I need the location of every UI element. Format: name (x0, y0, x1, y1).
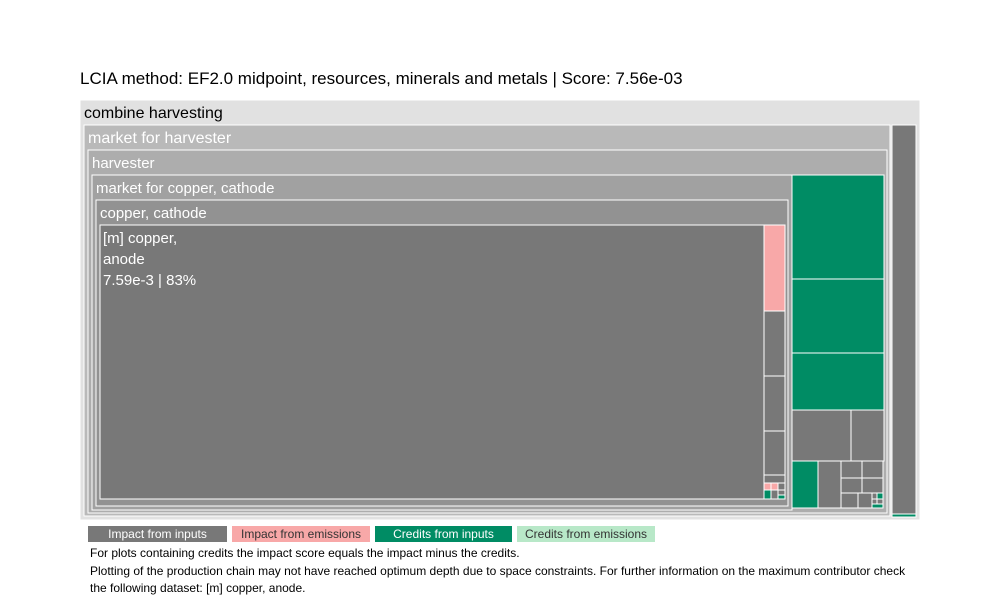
legend-impact-emissions: Impact from emissions (232, 526, 370, 542)
node-cell (871, 492, 878, 500)
node-cell (861, 460, 884, 479)
node-cell (871, 498, 878, 505)
node-copper-anode (99, 224, 765, 500)
node-cell (871, 503, 884, 509)
label-market-for-copper-cathode: market for copper, cathode (96, 180, 274, 197)
label-harvester: harvester (92, 155, 155, 172)
legend-label: Credits from inputs (393, 527, 494, 541)
node-cell (763, 489, 772, 500)
legend-label: Impact from emissions (240, 527, 362, 541)
node-cell (891, 513, 917, 518)
node-cell (763, 375, 786, 432)
legend-label: Credits from emissions (524, 527, 648, 541)
node-cell (763, 474, 786, 484)
legend-impact-inputs: Impact from inputs (88, 526, 227, 542)
legend-credits-emissions: Credits from emissions (517, 526, 655, 542)
node-cell (891, 124, 917, 516)
label-market-for-harvester: market for harvester (88, 130, 232, 147)
node-cell (763, 310, 786, 377)
node-cell (850, 409, 885, 462)
node-credit-cell (791, 278, 885, 354)
node-cell (876, 498, 884, 505)
node-cell (791, 409, 852, 462)
label-combine-harvesting: combine harvesting (84, 105, 223, 122)
label-copper-anode-value: 7.59e-3 | 83% (103, 272, 196, 289)
label-copper-anode-line1: [m] copper, (103, 230, 177, 247)
node-cell (763, 482, 772, 491)
node-cell (817, 460, 842, 509)
node-credit-cell (791, 460, 819, 509)
node-cell (763, 430, 786, 476)
node-cell (840, 492, 859, 509)
node-cell (840, 477, 863, 494)
node-cell (770, 489, 779, 500)
legend-label: Impact from inputs (108, 527, 207, 541)
node-emission-cell (763, 224, 786, 312)
node-cell (861, 477, 884, 494)
node-cell (777, 494, 786, 500)
label-copper-cathode: copper, cathode (100, 205, 207, 222)
node-cell (777, 482, 786, 491)
treemap-chart: combine harvesting market for harvester ha… (79, 99, 921, 521)
node-credit-cell (791, 174, 885, 280)
credits-note: For plots containing credits the impact … (90, 546, 520, 560)
node-cell (840, 460, 863, 479)
node-cell (876, 492, 884, 500)
node-credit-cell (791, 352, 885, 411)
node-cell (777, 489, 786, 496)
node-cell (857, 492, 873, 509)
legend-credits-inputs: Credits from inputs (375, 526, 512, 542)
node-cell (770, 482, 779, 491)
label-copper-anode-line2: anode (103, 251, 145, 268)
depth-note: Plotting of the production chain may not… (90, 564, 906, 595)
